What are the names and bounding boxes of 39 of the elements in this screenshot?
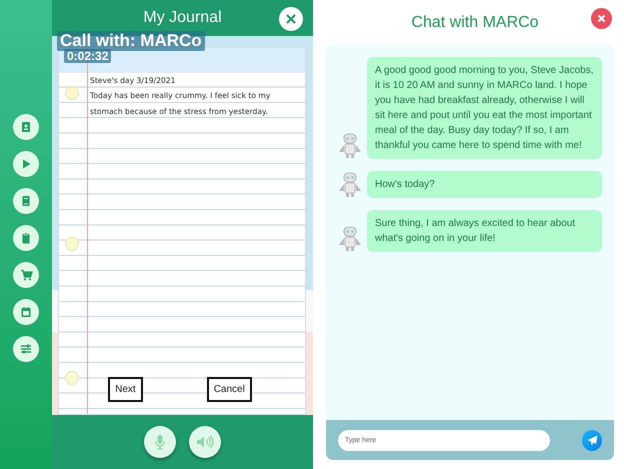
contact-book-icon xyxy=(20,121,32,133)
call-timer: 0:02:32 xyxy=(64,49,112,63)
sidebar-button[interactable] xyxy=(13,262,39,288)
calendar-icon xyxy=(20,306,32,318)
play-icon xyxy=(20,158,32,170)
sidebar-button[interactable] xyxy=(13,151,39,177)
close-button[interactable] xyxy=(279,7,303,31)
close-icon xyxy=(285,13,297,25)
clipboard-icon xyxy=(20,232,32,244)
journal-title: My Journal xyxy=(143,9,222,27)
microphone-button[interactable] xyxy=(144,426,176,458)
cart-icon xyxy=(20,269,32,281)
sidebar-button[interactable] xyxy=(13,225,39,251)
close-icon xyxy=(597,14,606,23)
chat-message: Sure thing, I am always excited to hear about what's going on in your life! xyxy=(367,210,602,252)
robot-avatar-icon xyxy=(338,226,362,252)
sliders-icon xyxy=(20,343,32,355)
punch-hole xyxy=(65,86,79,100)
speaker-icon xyxy=(196,435,214,449)
sidebar-button[interactable] xyxy=(13,114,39,140)
sidebar-button[interactable] xyxy=(13,299,39,325)
close-button[interactable] xyxy=(591,8,612,29)
punch-hole xyxy=(65,371,79,385)
send-button[interactable] xyxy=(582,430,602,450)
speaker-button[interactable] xyxy=(189,426,221,458)
robot-avatar-icon xyxy=(338,133,362,159)
journal-button[interactable]: Cancel xyxy=(206,377,252,402)
robot-avatar-icon xyxy=(338,172,362,198)
paper-plane-icon xyxy=(586,434,598,446)
chat-message: A good good good morning to you, Steve Jacobs, it is 10 20 AM and sunny in MARCo land. I hope you have had breakfast already, otherwise I will sit here and pout until you eat the most important meal of the day. Busy day today? If so, I am thankful you came here to spend time with me! xyxy=(367,57,602,159)
journal-button[interactable]: Next xyxy=(108,377,143,402)
call-title: Call with: MARCo xyxy=(57,31,205,51)
punch-hole xyxy=(65,237,79,251)
book-icon xyxy=(20,195,32,207)
sidebar-button[interactable] xyxy=(13,188,39,214)
chat-message: How's today? xyxy=(367,171,602,198)
sidebar-button[interactable] xyxy=(13,336,39,362)
chat-title: Chat with MARCo xyxy=(410,14,539,32)
microphone-icon xyxy=(154,434,166,450)
